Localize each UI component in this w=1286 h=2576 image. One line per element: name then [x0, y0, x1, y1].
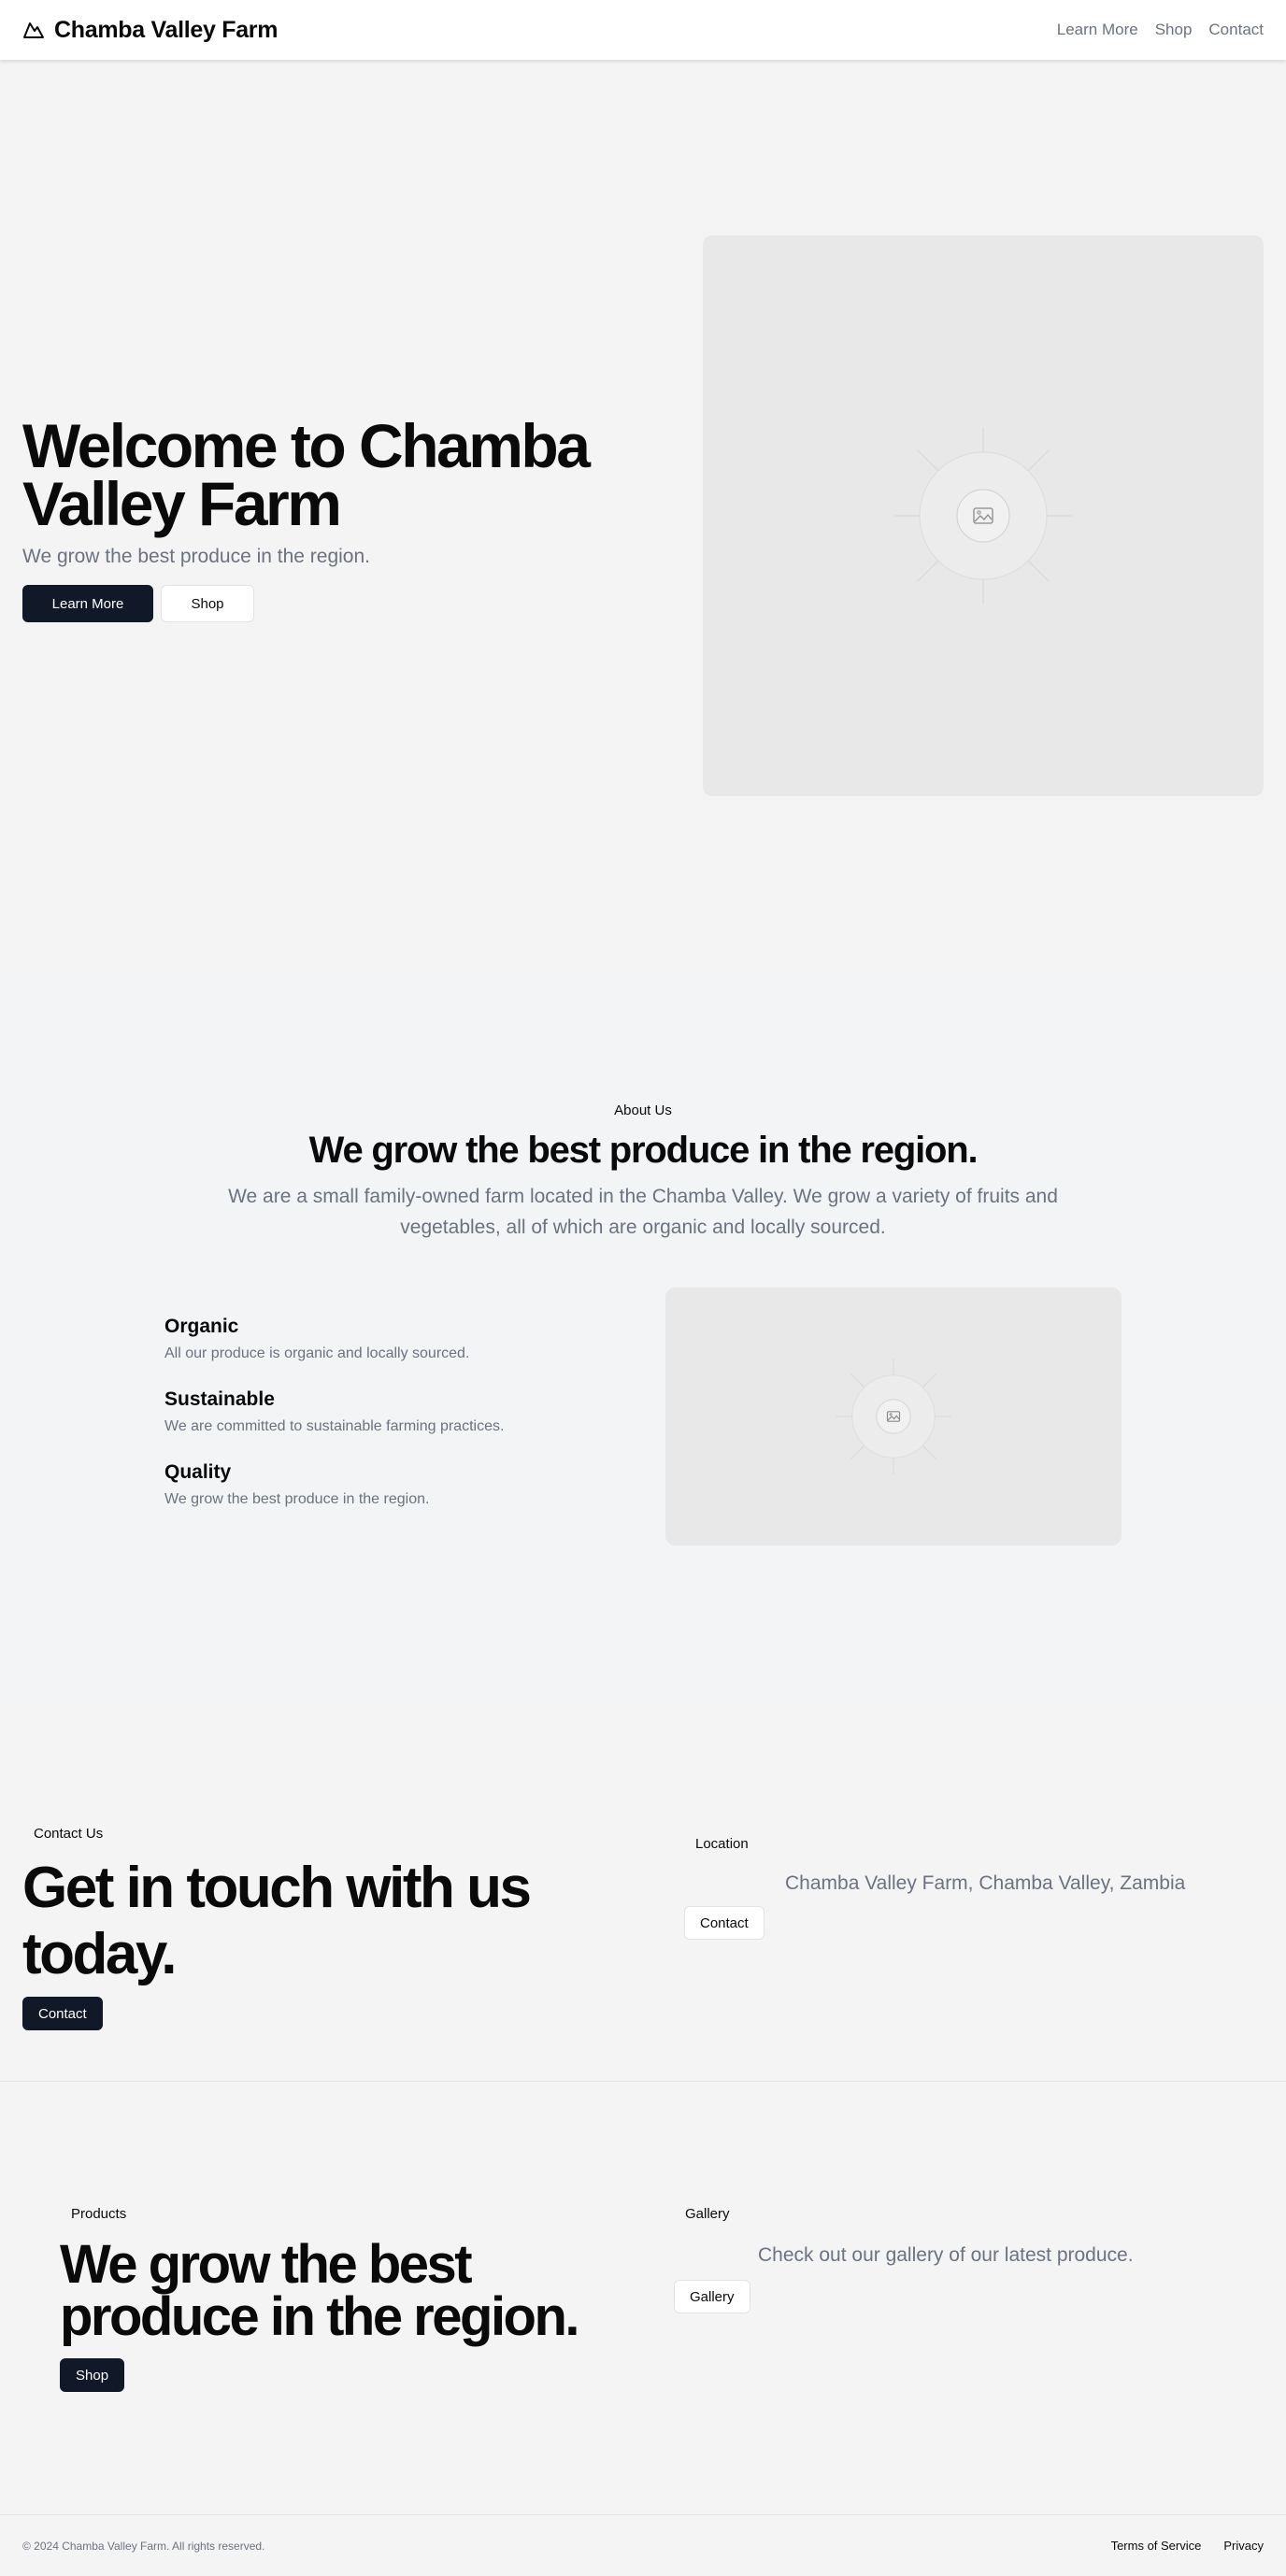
mountain-icon — [22, 19, 45, 41]
hero-section: Welcome to Chamba Valley Farm We grow th… — [0, 60, 1286, 979]
features: Organic All our produce is organic and l… — [164, 1288, 1122, 1545]
about-text: We are a small family-owned farm located… — [228, 1186, 1058, 1238]
gallery-text: Check out our gallery of our latest prod… — [758, 2244, 1134, 2266]
footer-links: Terms of Service Privacy — [1111, 2539, 1264, 2553]
location-content: Location Chamba Valley Farm, Chamba Vall… — [667, 1701, 1185, 2081]
about-section: About Us We grow the best produce in the… — [0, 979, 1286, 1701]
feature-desc: We are committed to sustainable farming … — [164, 1418, 505, 1434]
shop-button[interactable]: Shop — [161, 585, 254, 622]
nav-contact[interactable]: Contact — [1208, 21, 1264, 39]
hero-image — [703, 235, 1264, 796]
image-placeholder-icon — [894, 427, 1072, 605]
feature-title: Sustainable — [164, 1388, 275, 1410]
hero-buttons: Learn More Shop — [22, 585, 621, 622]
contact-button[interactable]: Contact — [22, 1997, 103, 2030]
feature-item: Sustainable We are committed to sustaina… — [164, 1388, 504, 1435]
feature-item: Quality We grow the best produce in the … — [164, 1461, 504, 1508]
feature-desc: We grow the best produce in the region. — [164, 1491, 430, 1507]
site-header: Chamba Valley Farm Learn More Shop Conta… — [0, 0, 1286, 60]
brand-name: Chamba Valley Farm — [54, 16, 279, 43]
gallery-content: Gallery Check out our gallery of our lat… — [636, 2082, 1134, 2514]
feature-item: Organic All our produce is organic and l… — [164, 1316, 504, 1362]
products-section: Products We grow the best produce in the… — [0, 2082, 1286, 2514]
feature-title: Organic — [164, 1316, 239, 1337]
copyright: © 2024 Chamba Valley Farm. All rights re… — [22, 2539, 265, 2553]
location-eyebrow: Location — [695, 1836, 749, 1852]
site-footer: © 2024 Chamba Valley Farm. All rights re… — [0, 2514, 1286, 2576]
feature-desc: All our produce is organic and locally s… — [164, 1345, 470, 1361]
contact-title: Get in touch with us today. — [22, 1856, 532, 1986]
image-placeholder-icon — [836, 1359, 951, 1474]
feature-list: Organic All our produce is organic and l… — [164, 1288, 504, 1534]
nav-learn-more[interactable]: Learn More — [1057, 21, 1138, 39]
hero-subtitle: We grow the best produce in the region. — [22, 546, 371, 567]
learn-more-button[interactable]: Learn More — [22, 585, 153, 622]
nav-shop[interactable]: Shop — [1155, 21, 1193, 39]
about-image — [665, 1288, 1122, 1545]
about-title: We grow the best produce in the region. — [308, 1130, 979, 1171]
gallery-eyebrow: Gallery — [685, 2206, 730, 2222]
feature-title: Quality — [164, 1461, 232, 1483]
gallery-button[interactable]: Gallery — [674, 2280, 750, 2313]
brand[interactable]: Chamba Valley Farm — [22, 17, 278, 44]
about-eyebrow: About Us — [614, 1103, 672, 1118]
privacy-link[interactable]: Privacy — [1223, 2539, 1264, 2553]
hero-content: Welcome to Chamba Valley Farm We grow th… — [22, 411, 621, 622]
location-text: Chamba Valley Farm, Chamba Valley, Zambi… — [785, 1872, 1186, 1894]
products-content: Products We grow the best produce in the… — [22, 2082, 636, 2514]
location-contact-button[interactable]: Contact — [684, 1906, 764, 1940]
products-eyebrow: Products — [71, 2206, 127, 2222]
contact-section: Contact Us Get in touch with us today. C… — [0, 1701, 1286, 2082]
products-title: We grow the best produce in the region. — [60, 2234, 580, 2347]
terms-link[interactable]: Terms of Service — [1111, 2539, 1202, 2553]
contact-eyebrow: Contact Us — [34, 1826, 104, 1842]
hero-title: Welcome to Chamba Valley Farm — [22, 411, 591, 538]
contact-content: Contact Us Get in touch with us today. C… — [22, 1701, 667, 2081]
products-shop-button[interactable]: Shop — [60, 2358, 125, 2392]
main-nav: Learn More Shop Contact — [1057, 21, 1264, 39]
